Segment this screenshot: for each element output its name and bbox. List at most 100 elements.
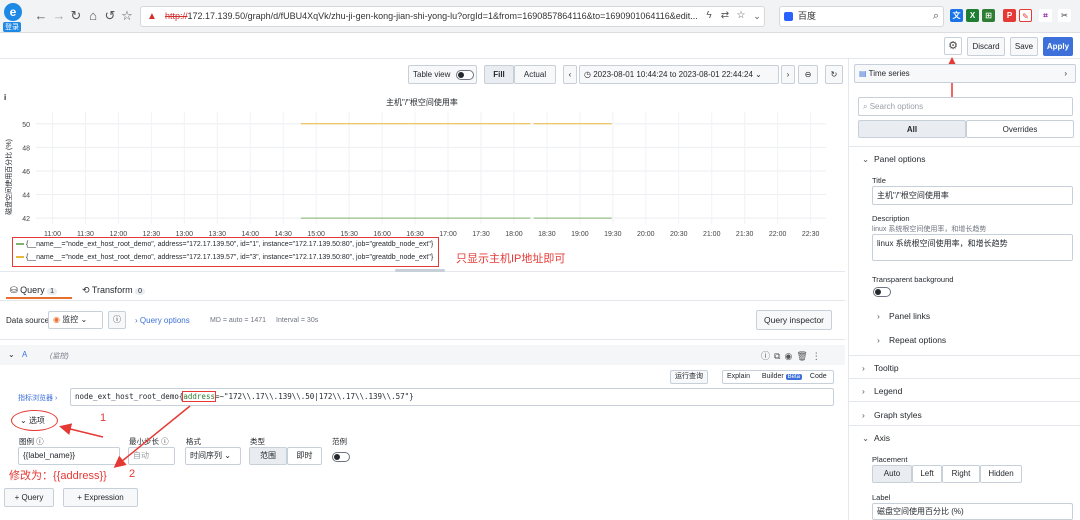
- panel-description-input[interactable]: linux 系统根空间使用率，和增长趋势: [872, 234, 1073, 261]
- query-collapse-toggle[interactable]: ⌄: [8, 350, 15, 359]
- address-bar[interactable]: ▲ http://172.17.139.50/graph/d/fUBU4XqVk…: [140, 6, 765, 27]
- panel-settings-gear-icon[interactable]: ⚙: [944, 37, 962, 55]
- restore-icon[interactable]: ↺: [103, 9, 117, 23]
- actual-button[interactable]: Actual: [514, 65, 556, 84]
- x-tick-label: 21:30: [736, 231, 754, 238]
- query-options-toggle[interactable]: › Query options: [135, 316, 190, 325]
- query-letter[interactable]: A: [22, 350, 27, 359]
- format-select[interactable]: 时间序列 ⌄: [185, 447, 241, 465]
- run-query-button[interactable]: 运行查询: [670, 370, 708, 384]
- save-button[interactable]: Save: [1010, 37, 1038, 56]
- table-view-switch[interactable]: [456, 70, 474, 80]
- datasource-picker[interactable]: ◉ 监控 ⌄: [48, 311, 103, 329]
- section-graph-styles[interactable]: › Graph styles: [862, 410, 922, 420]
- ext-translate-icon[interactable]: 文: [950, 9, 963, 22]
- ext-pen-icon[interactable]: ✎: [1019, 9, 1032, 22]
- section-repeat-options[interactable]: › Repeat options: [877, 335, 946, 345]
- table-view-toggle[interactable]: Table view: [408, 65, 477, 84]
- duplicate-icon[interactable]: ⧉: [774, 351, 784, 361]
- ext-cut-icon[interactable]: ✂: [1058, 9, 1071, 22]
- legend-format-label: 图例 ⓘ: [19, 436, 44, 447]
- apply-button[interactable]: Apply: [1043, 37, 1073, 56]
- panel-title-input[interactable]: 主机"/"根空间使用率: [872, 186, 1073, 205]
- tab-query[interactable]: ⛁ Query 1: [10, 285, 57, 296]
- panel-info-icon[interactable]: i: [4, 93, 6, 102]
- add-expression-button[interactable]: + Expression: [63, 488, 138, 507]
- datasource-help-button[interactable]: ⓘ: [108, 311, 126, 329]
- eye-icon[interactable]: ◉: [784, 351, 796, 361]
- back-icon[interactable]: ←: [34, 9, 48, 23]
- time-forward-button[interactable]: ›: [781, 65, 795, 84]
- placement-hidden[interactable]: Hidden: [980, 465, 1022, 483]
- query-row-actions[interactable]: ⓘ⧉◉🗑⋮: [761, 349, 825, 362]
- search-icon[interactable]: ⌕: [929, 9, 943, 23]
- y-tick-label: 44: [22, 193, 30, 200]
- bookmark-icon[interactable]: ☆: [734, 9, 748, 23]
- section-tooltip[interactable]: › Tooltip: [862, 363, 899, 373]
- login-label[interactable]: 登录: [3, 22, 21, 32]
- dropdown-icon[interactable]: ⌄: [750, 9, 764, 23]
- min-step-placeholder: 自动: [133, 451, 149, 460]
- legend-format-input[interactable]: {{label_name}}: [18, 447, 120, 465]
- code-label[interactable]: Code: [810, 373, 827, 380]
- translate-icon[interactable]: ⇄: [718, 9, 732, 23]
- axis-label-input[interactable]: 磁盘空间使用百分比 (%): [872, 503, 1073, 520]
- transform-icon: ⟲: [82, 285, 90, 295]
- exemplar-switch[interactable]: [332, 452, 350, 462]
- legend-item[interactable]: {__name__="node_ext_host_root_demo", add…: [16, 254, 433, 261]
- browser-search-input[interactable]: 百度: [779, 6, 944, 27]
- refresh-button[interactable]: ↻: [825, 65, 843, 84]
- star-icon[interactable]: ☆: [120, 9, 134, 23]
- time-back-button[interactable]: ‹: [563, 65, 577, 84]
- options-tab-overrides[interactable]: Overrides: [966, 120, 1074, 138]
- discard-button[interactable]: Discard: [967, 37, 1005, 56]
- type-range-button[interactable]: 范围: [249, 447, 287, 465]
- query-expression-input[interactable]: node_ext_host_root_demo{address=~"172\\.…: [70, 388, 834, 406]
- visualization-picker[interactable]: ▤ Time series ›: [854, 64, 1076, 83]
- editor-mode-switch[interactable]: Explain Builder Beta Code: [722, 370, 834, 384]
- help-icon[interactable]: ⓘ: [761, 351, 774, 361]
- fill-button[interactable]: Fill: [484, 65, 514, 84]
- section-panel-options[interactable]: ⌄ Panel options: [862, 154, 926, 165]
- ext-excel-icon[interactable]: X: [966, 9, 979, 22]
- placement-auto[interactable]: Auto: [872, 465, 912, 483]
- home-icon[interactable]: ⌂: [86, 9, 100, 23]
- type-instant-button[interactable]: 即时: [287, 447, 322, 465]
- placement-left[interactable]: Left: [912, 465, 942, 483]
- chevron-down-icon: ⌄: [80, 315, 88, 324]
- min-step-input[interactable]: 自动: [128, 447, 175, 465]
- section-panel-links[interactable]: › Panel links: [877, 311, 930, 321]
- transparent-switch[interactable]: [873, 287, 891, 297]
- ext-pdf-icon[interactable]: P: [1003, 9, 1016, 22]
- chevron-right-icon: ›: [862, 363, 865, 373]
- zoom-out-button[interactable]: ⊖: [798, 65, 818, 84]
- section-legend[interactable]: › Legend: [862, 386, 902, 396]
- ext-grid-icon[interactable]: ⊞: [982, 9, 995, 22]
- flash-icon[interactable]: ϟ: [702, 9, 716, 23]
- options-tab-all[interactable]: All: [858, 120, 966, 138]
- query-inspector-button[interactable]: Query inspector: [756, 310, 832, 330]
- reload-icon[interactable]: ↻: [69, 9, 83, 23]
- add-query-button[interactable]: + Query: [4, 488, 54, 507]
- tab-transform[interactable]: ⟲ Transform 0: [82, 285, 145, 296]
- splitter-handle[interactable]: [395, 269, 445, 272]
- section-axis[interactable]: ⌄ Axis: [862, 433, 890, 444]
- format-label: 格式: [186, 437, 201, 446]
- metrics-browser-button[interactable]: 指标浏览器 ›: [18, 393, 57, 403]
- forward-icon[interactable]: →: [52, 9, 66, 23]
- x-tick-label: 19:30: [604, 231, 622, 238]
- drag-icon[interactable]: ⋮: [812, 351, 825, 361]
- ext-crop-icon[interactable]: ⌗: [1039, 9, 1052, 22]
- time-range-picker[interactable]: ◷ 2023-08-01 10:44:24 to 2023-08-01 22:4…: [579, 65, 779, 84]
- trash-icon[interactable]: 🗑: [796, 351, 811, 361]
- baidu-icon: [784, 12, 793, 21]
- x-tick-label: 17:30: [472, 231, 490, 238]
- placement-right[interactable]: Right: [942, 465, 980, 483]
- builder-label[interactable]: Builder: [762, 373, 784, 380]
- options-search-input[interactable]: ⌕ Search options: [858, 97, 1073, 116]
- section-axis-label: Axis: [874, 433, 891, 443]
- explain-label[interactable]: Explain: [727, 373, 750, 380]
- options-toggle[interactable]: ⌄ 选项: [20, 415, 45, 426]
- legend-item[interactable]: {__name__="node_ext_host_root_demo", add…: [16, 241, 433, 248]
- expr-prefix: node_ext_host_root_demo{: [75, 392, 184, 401]
